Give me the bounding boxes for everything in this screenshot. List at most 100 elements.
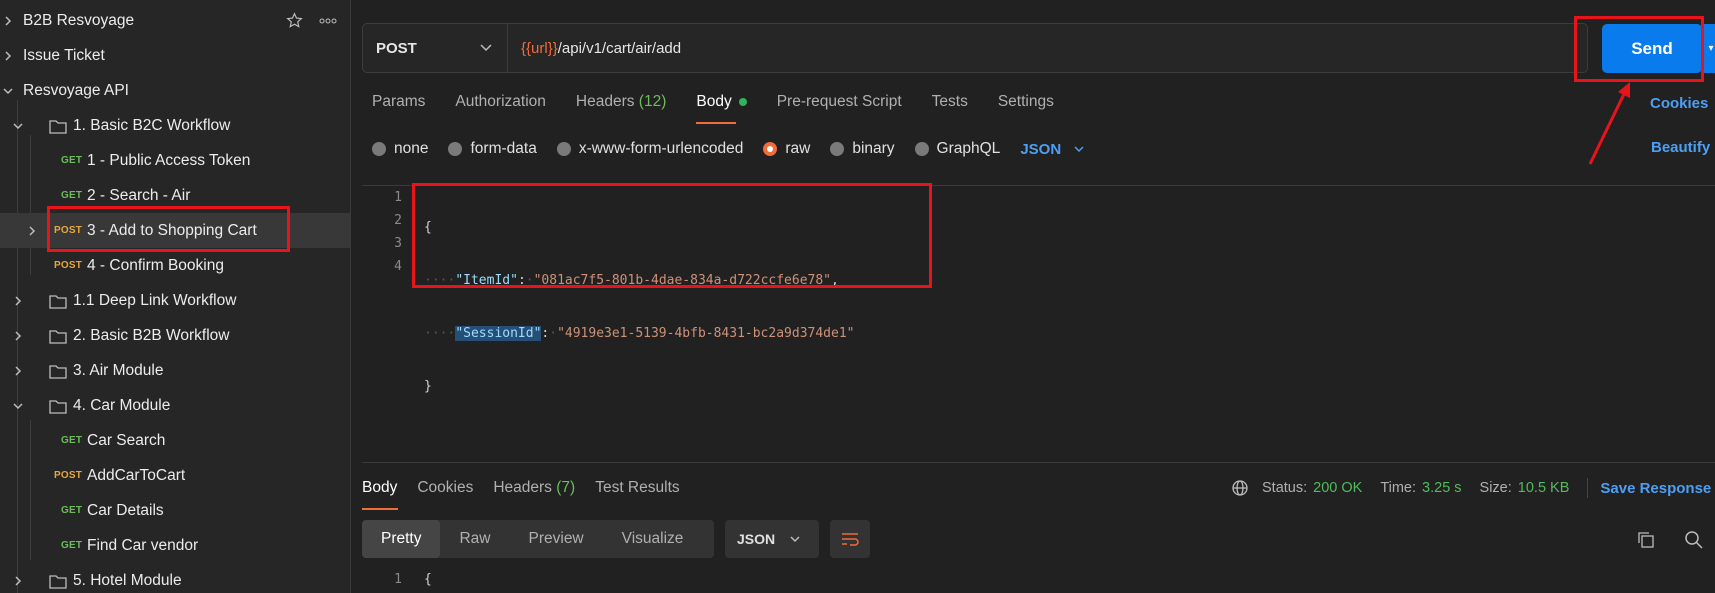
request-add-car-to-cart[interactable]: POST AddCarToCart (0, 458, 350, 493)
chevron-right-icon[interactable] (0, 48, 16, 64)
response-view-options: Pretty Raw Preview Visualize (362, 520, 714, 558)
collection-resvoyage-api[interactable]: Resvoyage API (0, 73, 350, 108)
beautify-link[interactable]: Beautify (1651, 139, 1710, 156)
cookies-link[interactable]: Cookies (1650, 95, 1708, 112)
wrap-lines-icon[interactable] (830, 520, 870, 558)
method-badge: GET (61, 155, 83, 166)
tree-label: 1 - Public Access Token (87, 151, 251, 169)
view-raw[interactable]: Raw (440, 520, 509, 558)
body-format-select[interactable]: JSON (1020, 141, 1085, 158)
method-select[interactable]: POST (363, 24, 508, 72)
collections-sidebar: B2B Resvoyage Issue Ticket Resvoyage API… (0, 0, 351, 593)
method-badge: GET (61, 505, 83, 516)
request-tabs: Params Authorization Headers (12) Body P… (372, 88, 1084, 124)
tree-label: Car Details (87, 501, 164, 519)
globe-icon[interactable] (1230, 478, 1250, 498)
radio-none[interactable]: none (372, 140, 428, 158)
collection-b2b-resvoyage[interactable]: B2B Resvoyage (0, 3, 350, 38)
time-value: 3.25 s (1422, 480, 1462, 496)
folder-icon (49, 119, 67, 134)
response-tab-cookies[interactable]: Cookies (417, 478, 473, 510)
chevron-down-icon[interactable] (10, 398, 26, 414)
save-response-button[interactable]: Save Response (1600, 480, 1711, 497)
request-find-car-vendor[interactable]: GET Find Car vendor (0, 528, 350, 563)
folder-basic-b2c-workflow[interactable]: 1. Basic B2C Workflow (0, 108, 350, 143)
request-car-details[interactable]: GET Car Details (0, 493, 350, 528)
tree-label: Resvoyage API (23, 81, 129, 99)
view-preview[interactable]: Preview (510, 520, 603, 558)
response-tab-headers[interactable]: Headers (7) (493, 478, 575, 510)
response-tab-body[interactable]: Body (362, 478, 399, 510)
folder-air-module[interactable]: 3. Air Module (0, 353, 350, 388)
chevron-right-icon[interactable] (10, 573, 26, 589)
request-public-access-token[interactable]: GET 1 - Public Access Token (0, 143, 350, 178)
tab-headers[interactable]: Headers (12) (576, 88, 696, 124)
chevron-right-icon[interactable] (10, 293, 26, 309)
tree-label: Issue Ticket (23, 46, 105, 64)
view-pretty[interactable]: Pretty (362, 520, 441, 558)
request-car-search[interactable]: GET Car Search (0, 423, 350, 458)
folder-car-module[interactable]: 4. Car Module (0, 388, 350, 423)
response-line-number: 1 (394, 572, 402, 587)
folder-icon (49, 294, 67, 309)
tab-tests[interactable]: Tests (932, 88, 998, 124)
search-icon[interactable] (1684, 530, 1704, 550)
chevron-down-icon (480, 44, 492, 52)
response-tabs: Body Cookies Headers (7) Test Results (362, 478, 700, 510)
view-visualize[interactable]: Visualize (603, 520, 703, 558)
annotation-highlight-body (412, 183, 932, 288)
star-icon[interactable] (286, 12, 303, 29)
chevron-right-icon[interactable] (24, 223, 40, 239)
url-path: /api/v1/cart/air/add (557, 39, 682, 57)
tab-body[interactable]: Body (696, 88, 776, 124)
url-input[interactable]: {{url}}/api/v1/cart/air/add (521, 24, 681, 72)
folder-basic-b2b-workflow[interactable]: 2. Basic B2B Workflow (0, 318, 350, 353)
response-tab-test-results[interactable]: Test Results (595, 478, 679, 510)
folder-icon (49, 329, 67, 344)
tree-label: 2 - Search - Air (87, 186, 191, 204)
tab-settings[interactable]: Settings (998, 88, 1084, 124)
chevron-right-icon[interactable] (0, 13, 16, 29)
folder-icon (49, 399, 67, 414)
annotation-arrow (1588, 82, 1630, 165)
tab-pre-request-script[interactable]: Pre-request Script (777, 88, 932, 124)
tree-label: B2B Resvoyage (23, 11, 135, 29)
request-editor: POST {{url}}/api/v1/cart/air/add Send ▾ … (352, 0, 1715, 593)
tree-label: 5. Hotel Module (73, 571, 182, 589)
folder-hotel-module[interactable]: 5. Hotel Module (0, 563, 350, 593)
more-options-icon[interactable] (319, 18, 337, 24)
method-badge: GET (61, 540, 83, 551)
tree-label: 1.1 Deep Link Workflow (73, 291, 237, 309)
chevron-down-icon[interactable] (0, 83, 16, 99)
tree-label: 3. Air Module (73, 361, 164, 379)
method-badge: GET (61, 190, 83, 201)
response-status: Status: 200 OK Time: 3.25 s Size: 10.5 KB S… (1230, 478, 1711, 498)
radio-raw[interactable]: raw (763, 140, 810, 158)
radio-graphql[interactable]: GraphQL (914, 140, 1000, 158)
copy-icon[interactable] (1636, 530, 1656, 550)
tab-params[interactable]: Params (372, 88, 455, 124)
chevron-right-icon[interactable] (10, 363, 26, 379)
tree-label: Find Car vendor (87, 536, 199, 554)
radio-binary[interactable]: binary (830, 140, 895, 158)
tree-label: 4 - Confirm Booking (87, 256, 224, 274)
send-options-chevron-icon[interactable]: ▾ (1704, 24, 1715, 73)
tree-label: 2. Basic B2B Workflow (73, 326, 230, 344)
folder-deep-link-workflow[interactable]: 1.1 Deep Link Workflow (0, 283, 350, 318)
response-format-select[interactable]: JSON (725, 520, 819, 558)
chevron-down-icon (790, 536, 800, 543)
url-bar: POST {{url}}/api/v1/cart/air/add (362, 23, 1588, 73)
method-value: POST (376, 39, 417, 57)
radio-urlencoded[interactable]: x-www-form-urlencoded (556, 140, 743, 158)
collection-issue-ticket[interactable]: Issue Ticket (0, 38, 350, 73)
body-indicator-dot (738, 97, 747, 106)
tab-authorization[interactable]: Authorization (455, 88, 575, 124)
chevron-right-icon[interactable] (10, 328, 26, 344)
method-badge: POST (54, 260, 83, 271)
response-code: { (424, 572, 432, 587)
radio-form-data[interactable]: form-data (448, 140, 537, 158)
folder-icon (49, 574, 67, 589)
request-confirm-booking[interactable]: POST 4 - Confirm Booking (0, 248, 350, 283)
chevron-down-icon[interactable] (10, 118, 26, 134)
method-badge: GET (61, 435, 83, 446)
